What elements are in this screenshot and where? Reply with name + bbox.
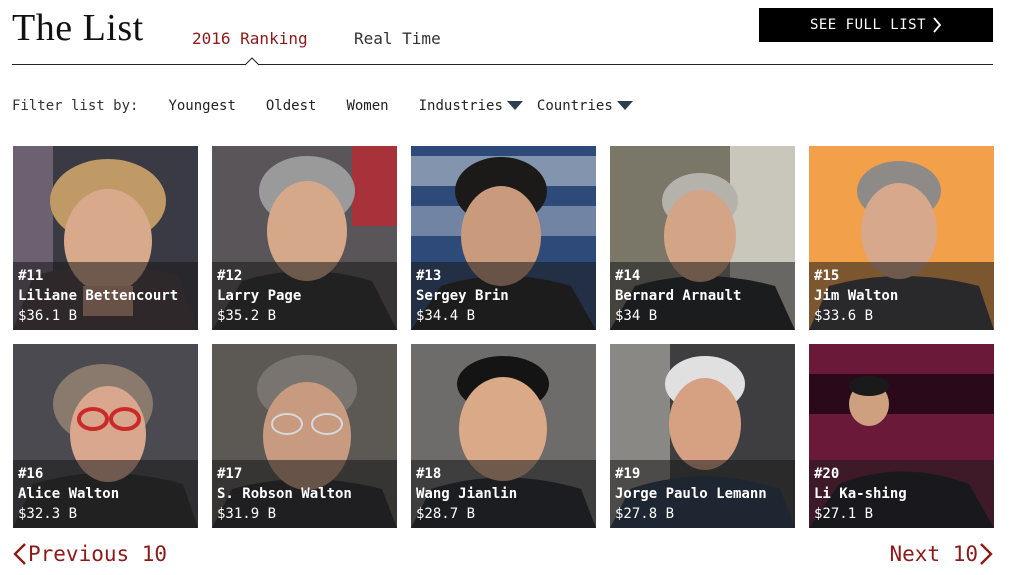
person-name: Li Ka-shing	[814, 486, 907, 502]
header-divider	[12, 64, 993, 65]
filter-oldest[interactable]: Oldest	[266, 98, 317, 114]
filter-label: Filter list by:	[12, 98, 139, 114]
person-caption: #18 Wang Jianlin $28.7 B	[411, 460, 596, 528]
person-name: Bernard Arnault	[615, 288, 742, 304]
filter-industries-dropdown[interactable]: Industries	[419, 98, 523, 114]
chevron-right-icon	[980, 543, 993, 565]
filter-bar: Filter list by: Youngest Oldest Women In…	[12, 96, 647, 116]
person-rank: #20	[814, 466, 840, 482]
person-name: Alice Walton	[18, 486, 120, 502]
person-rank: #17	[217, 466, 243, 482]
previous-page-label: Previous 10	[28, 542, 168, 566]
see-full-list-button[interactable]: SEE FULL LIST	[759, 8, 993, 42]
person-caption: #16 Alice Walton $32.3 B	[13, 460, 198, 528]
caret-down-icon	[506, 101, 523, 110]
person-name: Jim Walton	[814, 288, 899, 304]
person-caption: #15 Jim Walton $33.6 B	[809, 262, 994, 330]
person-caption: #13 Sergey Brin $34.4 B	[411, 262, 596, 330]
filter-women[interactable]: Women	[346, 98, 388, 114]
person-rank: #15	[814, 268, 840, 284]
person-rank: #11	[18, 268, 44, 284]
person-net-worth: $32.3 B	[18, 506, 78, 522]
chevron-left-icon	[13, 543, 26, 565]
person-name: Wang Jianlin	[416, 486, 518, 502]
person-card[interactable]: #17 S. Robson Walton $31.9 B	[212, 344, 397, 528]
person-card[interactable]: #15 Jim Walton $33.6 B	[809, 146, 994, 330]
person-net-worth: $33.6 B	[814, 308, 874, 324]
caret-down-icon	[616, 101, 633, 110]
chevron-right-icon	[933, 17, 942, 33]
billionaire-grid: #11 Liliane Bettencourt $36.1 B #12 Larr…	[13, 146, 994, 528]
person-card[interactable]: #20 Li Ka-shing $27.1 B	[809, 344, 994, 528]
tab-2016-ranking[interactable]: 2016 Ranking	[192, 29, 308, 48]
person-net-worth: $35.2 B	[217, 308, 277, 324]
person-net-worth: $27.1 B	[814, 506, 874, 522]
active-tab-pointer-icon	[245, 57, 259, 66]
person-caption: #20 Li Ka-shing $27.1 B	[809, 460, 994, 528]
person-net-worth: $27.8 B	[615, 506, 675, 522]
person-net-worth: $28.7 B	[416, 506, 476, 522]
person-card[interactable]: #19 Jorge Paulo Lemann $27.8 B	[610, 344, 795, 528]
person-caption: #11 Liliane Bettencourt $36.1 B	[13, 262, 198, 330]
person-name: Larry Page	[217, 288, 302, 304]
tab-real-time[interactable]: Real Time	[354, 29, 441, 48]
person-card[interactable]: #13 Sergey Brin $34.4 B	[411, 146, 596, 330]
person-card[interactable]: #11 Liliane Bettencourt $36.1 B	[13, 146, 198, 330]
person-rank: #16	[18, 466, 44, 482]
person-caption: #14 Bernard Arnault $34 B	[610, 262, 795, 330]
person-name: Sergey Brin	[416, 288, 509, 304]
person-card[interactable]: #18 Wang Jianlin $28.7 B	[411, 344, 596, 528]
person-rank: #12	[217, 268, 243, 284]
person-name: S. Robson Walton	[217, 486, 352, 502]
person-caption: #12 Larry Page $35.2 B	[212, 262, 397, 330]
person-rank: #14	[615, 268, 641, 284]
person-caption: #19 Jorge Paulo Lemann $27.8 B	[610, 460, 795, 528]
person-rank: #13	[416, 268, 442, 284]
person-caption: #17 S. Robson Walton $31.9 B	[212, 460, 397, 528]
next-page-button[interactable]: Next 10	[889, 542, 994, 566]
filter-industries-label: Industries	[418, 98, 503, 114]
person-rank: #19	[615, 466, 641, 482]
next-page-label: Next 10	[889, 542, 978, 566]
person-card[interactable]: #16 Alice Walton $32.3 B	[13, 344, 198, 528]
see-full-list-label: SEE FULL LIST	[809, 17, 927, 33]
person-net-worth: $36.1 B	[18, 308, 78, 324]
person-card[interactable]: #12 Larry Page $35.2 B	[212, 146, 397, 330]
person-net-worth: $34.4 B	[416, 308, 476, 324]
previous-page-button[interactable]: Previous 10	[12, 542, 167, 566]
person-rank: #18	[416, 466, 442, 482]
person-name: Liliane Bettencourt	[18, 288, 179, 304]
person-net-worth: $34 B	[615, 308, 658, 324]
filter-countries-dropdown[interactable]: Countries	[537, 98, 633, 114]
page-title: The List	[12, 7, 144, 49]
filter-countries-label: Countries	[536, 98, 613, 114]
person-net-worth: $31.9 B	[217, 506, 277, 522]
filter-youngest[interactable]: Youngest	[168, 98, 235, 114]
person-card[interactable]: #14 Bernard Arnault $34 B	[610, 146, 795, 330]
person-name: Jorge Paulo Lemann	[615, 486, 767, 502]
